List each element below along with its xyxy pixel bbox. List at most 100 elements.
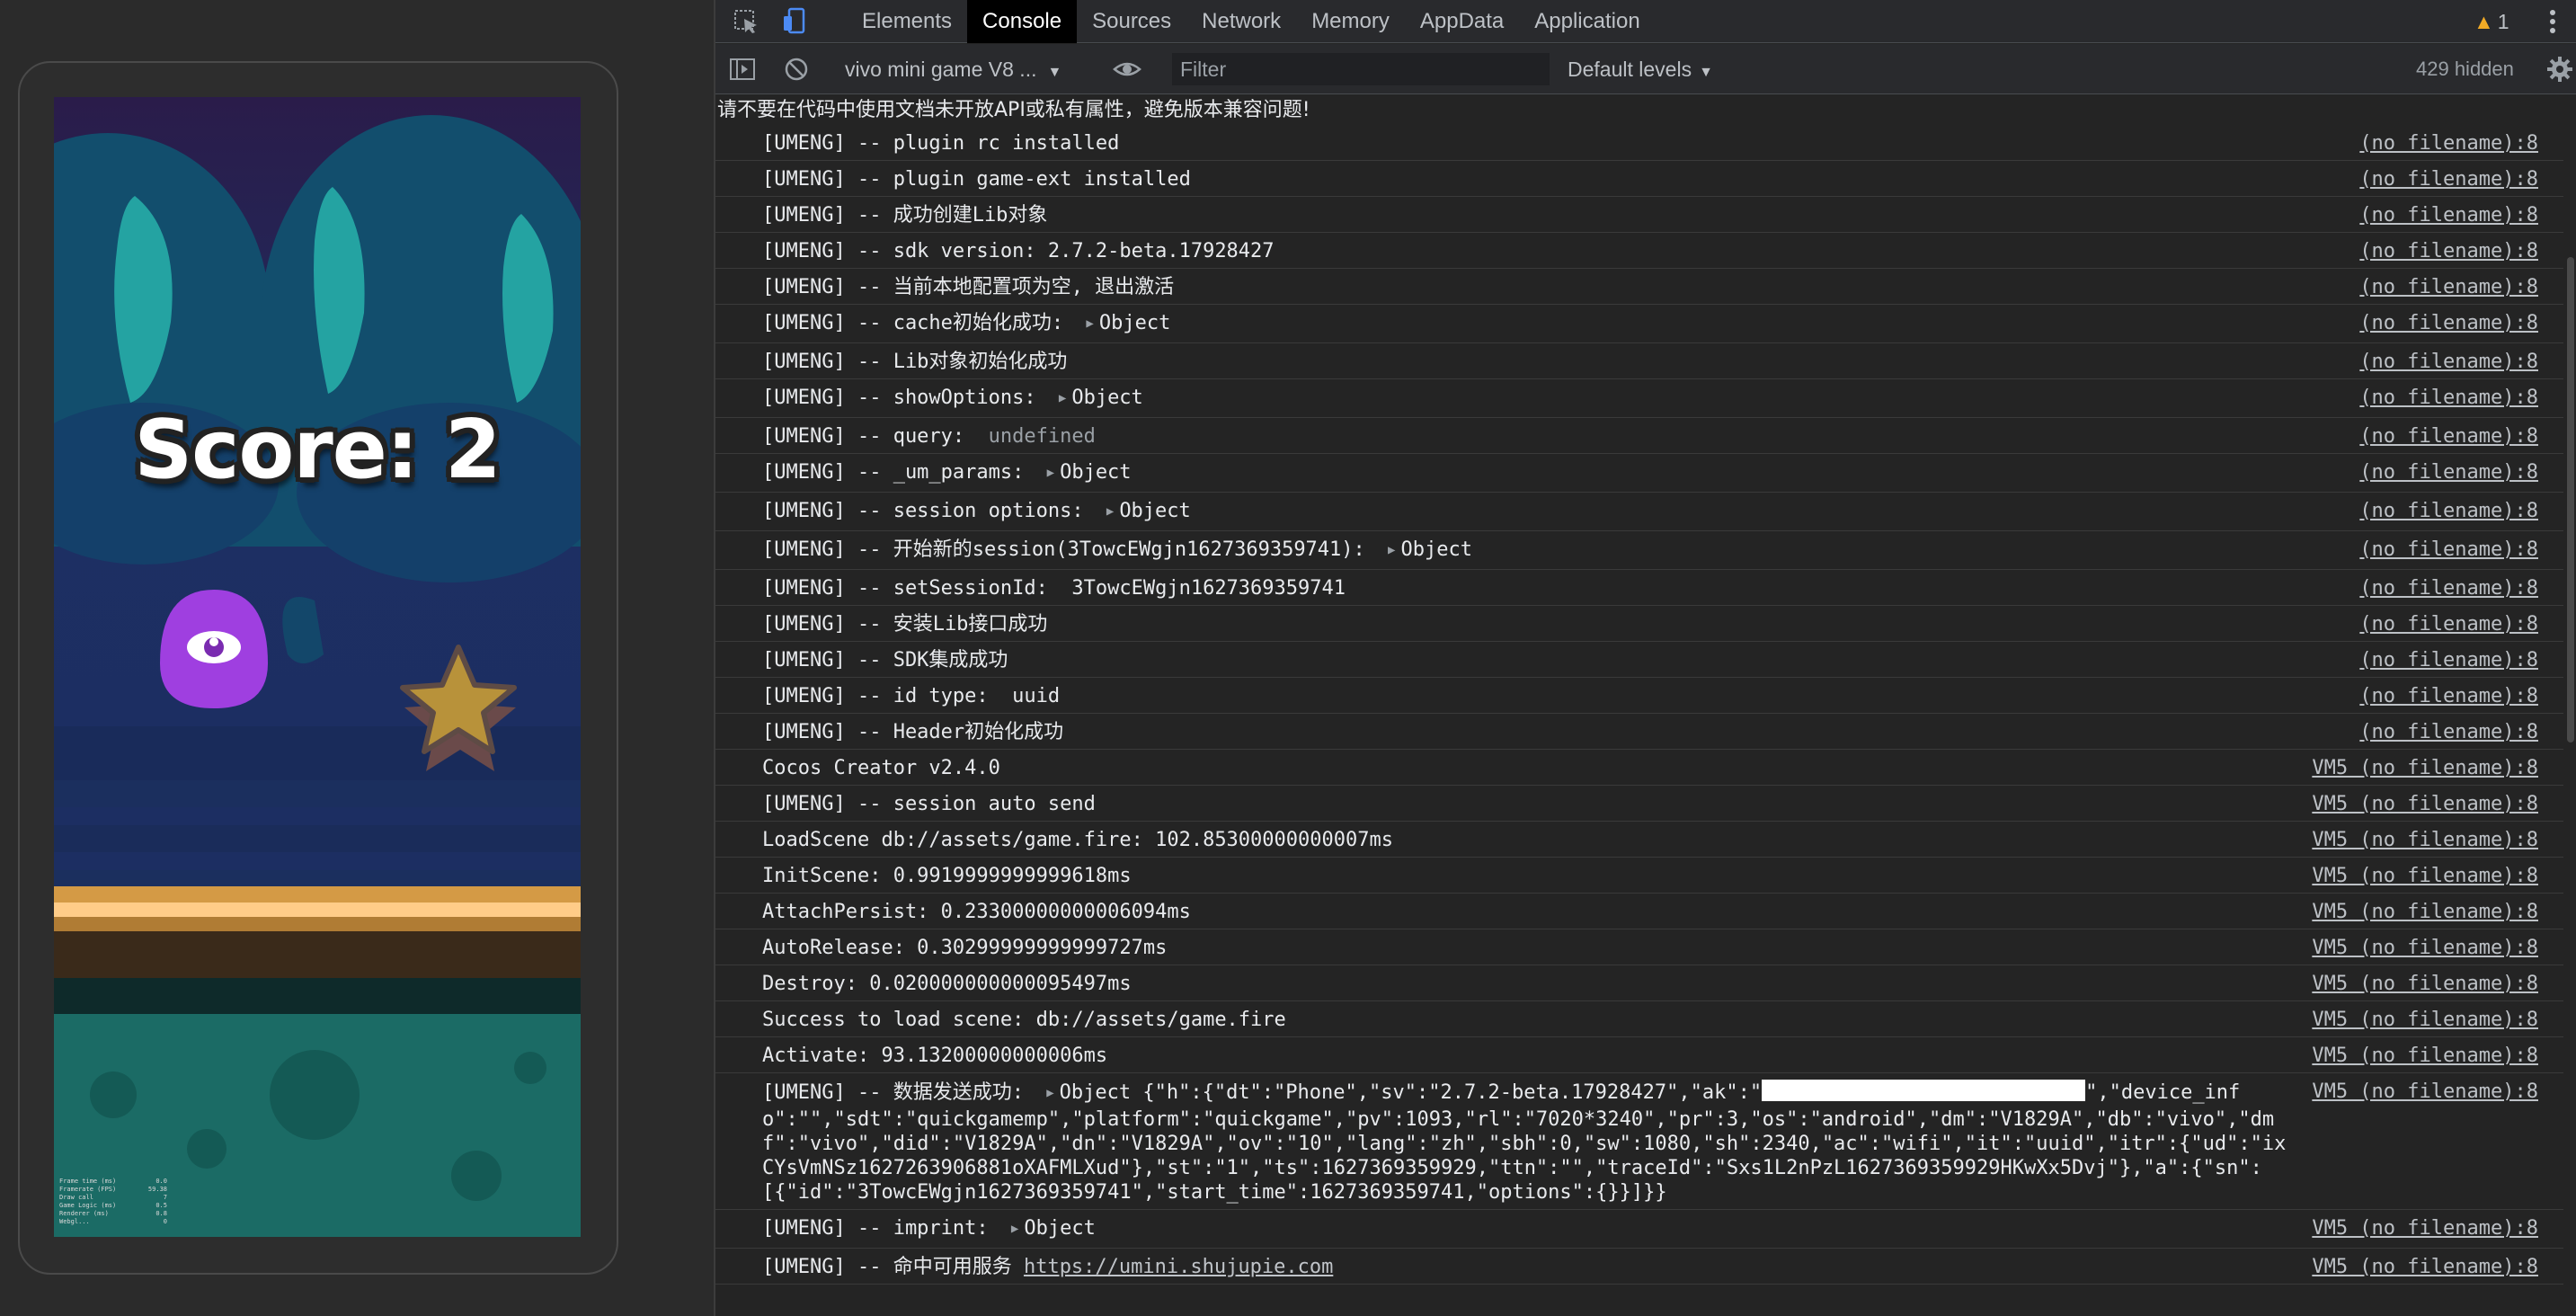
- object-expander[interactable]: Object: [1075, 312, 1170, 334]
- log-source-link[interactable]: (no filename):8: [2359, 720, 2538, 744]
- log-message: Destroy: 0.020000000000095497ms: [762, 972, 2312, 996]
- log-source-link[interactable]: (no filename):8: [2359, 424, 2538, 449]
- log-source-link[interactable]: (no filename):8: [2359, 576, 2538, 600]
- tab-memory[interactable]: Memory: [1296, 0, 1405, 43]
- stat-label: Game Logic (ms): [59, 1202, 117, 1209]
- object-expander[interactable]: Object: [1377, 538, 1471, 561]
- log-source-link[interactable]: (no filename):8: [2359, 350, 2538, 374]
- log-row: Cocos Creator v2.4.0 VM5 (no filename):8: [715, 750, 2563, 786]
- log-source-link[interactable]: VM5 (no filename):8: [2312, 756, 2538, 780]
- log-levels-select[interactable]: Default levels ▼: [1568, 44, 1713, 94]
- stat-label: Frame time (ms): [59, 1178, 117, 1185]
- log-row: [UMENG] -- setSessionId: 3TowcEWgjn16273…: [715, 570, 2563, 606]
- stat-value: 7: [163, 1194, 167, 1201]
- log-row: [UMENG] -- Header初始化成功 (no filename):8: [715, 714, 2563, 750]
- context-select[interactable]: vivo mini game V8 ... ▼: [845, 44, 1061, 94]
- log-row: [UMENG] -- 成功创建Lib对象 (no filename):8: [715, 197, 2563, 233]
- log-source-link[interactable]: (no filename):8: [2359, 460, 2538, 485]
- log-message: [UMENG] -- sdk version: 2.7.2-beta.17928…: [762, 239, 2359, 263]
- log-source-link[interactable]: VM5 (no filename):8: [2312, 900, 2538, 924]
- log-source-link[interactable]: (no filename):8: [2359, 239, 2538, 263]
- tab-appdata[interactable]: AppData: [1405, 0, 1519, 43]
- warning-badge[interactable]: ▲ 1: [2474, 0, 2509, 43]
- log-source-link[interactable]: (no filename):8: [2359, 648, 2538, 672]
- log-message: AttachPersist: 0.23300000000006094ms: [762, 900, 2312, 924]
- tab-network[interactable]: Network: [1186, 0, 1296, 43]
- scrollbar-thumb[interactable]: [2567, 257, 2574, 742]
- log-source-link[interactable]: VM5 (no filename):8: [2312, 1008, 2538, 1032]
- clear-console-icon[interactable]: [782, 55, 811, 84]
- log-row: [UMENG] -- 开始新的session(3TowcEWgjn1627369…: [715, 531, 2563, 570]
- log-text: Success to load scene: db://assets/game.…: [762, 1009, 1286, 1031]
- log-link[interactable]: https://umini.shujupie.com: [1024, 1256, 1333, 1278]
- console-messages[interactable]: 请不要在代码中使用文档未开放API或私有属性，避免版本兼容问题! [UMENG]…: [715, 95, 2563, 1316]
- log-row: [UMENG] -- session options: Object(no fi…: [715, 493, 2563, 531]
- log-source-link[interactable]: VM5 (no filename):8: [2312, 864, 2538, 888]
- log-text: [UMENG] -- setSessionId: 3TowcEWgjn16273…: [762, 577, 1346, 600]
- tab-sources[interactable]: Sources: [1077, 0, 1186, 43]
- log-source-link[interactable]: (no filename):8: [2359, 131, 2538, 156]
- log-undefined-value: undefined: [988, 425, 1096, 448]
- log-row: [UMENG] -- 数据发送成功: Object {"h":{"dt":"Ph…: [715, 1073, 2563, 1210]
- console-scrollbar[interactable]: [2563, 95, 2576, 1316]
- game-canvas[interactable]: Score: 2 Frame time (ms) 0.0 Framerate (FP…: [54, 97, 581, 1237]
- object-expander[interactable]: Object: [1000, 1217, 1095, 1240]
- inspect-icon[interactable]: [732, 7, 760, 36]
- log-source-link[interactable]: (no filename):8: [2359, 612, 2538, 636]
- log-source-link[interactable]: (no filename):8: [2359, 275, 2538, 299]
- log-source-link[interactable]: VM5 (no filename):8: [2312, 792, 2538, 816]
- log-source-link[interactable]: (no filename):8: [2359, 203, 2538, 227]
- log-source-link[interactable]: VM5 (no filename):8: [2312, 1255, 2538, 1279]
- filter-input[interactable]: [1172, 53, 1550, 85]
- log-row: Activate: 93.13200000000006ms VM5 (no fil…: [715, 1037, 2563, 1073]
- log-source-link[interactable]: (no filename):8: [2359, 684, 2538, 708]
- stat-label: Webgl...: [59, 1218, 90, 1225]
- log-source-link[interactable]: VM5 (no filename):8: [2312, 1044, 2538, 1068]
- log-source-link[interactable]: VM5 (no filename):8: [2312, 972, 2538, 996]
- sidebar-toggle-icon[interactable]: [728, 55, 757, 84]
- devtools-panel: Elements Console Sources Network Memory AppDa…: [714, 0, 2576, 1316]
- warning-count: 1: [2497, 10, 2509, 33]
- log-message: [UMENG] -- imprint: Object: [762, 1216, 2312, 1243]
- log-message: [UMENG] -- 安装Lib接口成功: [762, 612, 2359, 636]
- log-json-prefix: {"h":{"dt":"Phone","sv":"2.7.2-beta.1792…: [1131, 1081, 1763, 1104]
- log-source-link[interactable]: VM5 (no filename):8: [2312, 1080, 2538, 1104]
- log-row: [UMENG] -- plugin game-ext installed (no …: [715, 161, 2563, 197]
- console-toolbar: vivo mini game V8 ... ▼ Default levels ▼ 4…: [715, 44, 2576, 94]
- log-row: [UMENG] -- id type: uuid (no filename):8: [715, 678, 2563, 714]
- log-text: [UMENG] -- query:: [762, 425, 989, 448]
- tab-application[interactable]: Application: [1519, 0, 1655, 43]
- log-source-link[interactable]: VM5 (no filename):8: [2312, 1216, 2538, 1240]
- tab-console[interactable]: Console: [967, 0, 1078, 43]
- object-expander[interactable]: Object: [1048, 387, 1142, 409]
- object-expander[interactable]: Object: [1036, 461, 1131, 484]
- log-source-link[interactable]: (no filename):8: [2359, 538, 2538, 562]
- object-expander[interactable]: Object: [1035, 1081, 1131, 1104]
- log-text: [UMENG] -- showOptions:: [762, 387, 1048, 409]
- eye-icon[interactable]: [1113, 55, 1141, 84]
- log-source-link[interactable]: (no filename):8: [2359, 386, 2538, 410]
- log-message: [UMENG] -- 命中可用服务 https://umini.shujupie…: [762, 1255, 2312, 1279]
- tab-elements[interactable]: Elements: [847, 0, 967, 43]
- log-source-link[interactable]: (no filename):8: [2359, 311, 2538, 335]
- devtools-tabs: Elements Console Sources Network Memory AppDa…: [847, 0, 1656, 43]
- log-source-link[interactable]: VM5 (no filename):8: [2312, 936, 2538, 960]
- log-text: [UMENG] -- SDK集成成功: [762, 649, 1008, 671]
- log-message: [UMENG] -- id type: uuid: [762, 684, 2359, 708]
- log-text: Activate: 93.13200000000006ms: [762, 1045, 1108, 1067]
- stat-label: Framerate (FPS): [59, 1186, 117, 1193]
- stat-value: 59.38: [147, 1186, 167, 1193]
- device-toolbar-icon[interactable]: [780, 7, 809, 36]
- log-text: [UMENG] -- id type: uuid: [762, 685, 1061, 707]
- kebab-menu-icon[interactable]: [2549, 9, 2556, 34]
- settings-gear-icon[interactable]: [2545, 55, 2574, 84]
- log-source-link[interactable]: (no filename):8: [2359, 167, 2538, 191]
- log-source-link[interactable]: VM5 (no filename):8: [2312, 828, 2538, 852]
- log-levels-label: Default levels: [1568, 58, 1692, 81]
- stat-row: Webgl... 0: [59, 1218, 167, 1226]
- log-text: [UMENG] -- sdk version: 2.7.2-beta.17928…: [762, 240, 1275, 262]
- log-source-link[interactable]: (no filename):8: [2359, 499, 2538, 523]
- log-message: AutoRelease: 0.30299999999999727ms: [762, 936, 2312, 960]
- log-text: [UMENG] -- plugin game-ext installed: [762, 168, 1191, 191]
- object-expander[interactable]: Object: [1096, 500, 1190, 522]
